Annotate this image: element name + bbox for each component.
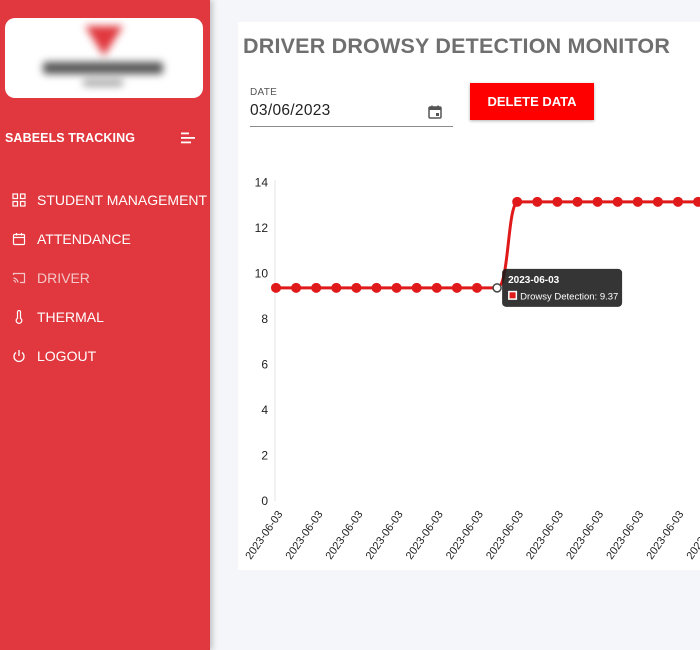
grid-icon bbox=[12, 192, 26, 207]
x-tick-label: 2023-06-03 bbox=[484, 509, 526, 562]
y-tick-label: 6 bbox=[261, 358, 268, 372]
data-point bbox=[612, 196, 623, 207]
data-point bbox=[693, 196, 700, 207]
sidebar-item-label: ATTENDANCE bbox=[37, 230, 131, 247]
data-point bbox=[451, 282, 462, 293]
sidebar-item-label: STUDENT MANAGEMENT bbox=[37, 191, 208, 208]
y-tick-label: 0 bbox=[261, 494, 268, 508]
sidebar-item-logout[interactable]: LOGOUT bbox=[0, 336, 210, 375]
x-tick-label: 2023-06-03 bbox=[364, 509, 406, 562]
data-point bbox=[411, 282, 422, 293]
data-point bbox=[673, 196, 683, 207]
blurred-logo-image bbox=[43, 26, 163, 86]
y-tick-label: 14 bbox=[255, 176, 269, 190]
data-point bbox=[632, 196, 643, 207]
data-point bbox=[331, 282, 342, 293]
x-tick-label: 2023-06-03 bbox=[684, 509, 700, 562]
sidebar-nav: STUDENT MANAGEMENT ATTENDANCE DRIVER THE… bbox=[0, 180, 210, 375]
data-point bbox=[431, 282, 442, 293]
x-tick-label: 2023-06-03 bbox=[324, 509, 366, 562]
data-point bbox=[311, 282, 322, 293]
x-tick-label: 2023-06-03 bbox=[644, 509, 686, 562]
series-line-drowsy-detection bbox=[276, 200, 699, 290]
sidebar-item-label: DRIVER bbox=[37, 269, 90, 286]
x-tick-label: 2023-06-03 bbox=[243, 509, 285, 562]
tooltip-title: 2023-06-03 bbox=[508, 275, 560, 286]
thermometer-icon bbox=[15, 309, 23, 324]
main-panel: DRIVER DROWSY DETECTION MONITOR DATE 03/… bbox=[238, 22, 700, 570]
x-tick-label: 2023-06-03 bbox=[604, 509, 646, 562]
sidebar-item-driver[interactable]: DRIVER bbox=[0, 258, 210, 297]
data-point bbox=[512, 196, 523, 207]
x-tick-label: 2023-06-03 bbox=[564, 509, 606, 562]
tooltip-value: Drowsy Detection: 9.37 bbox=[520, 291, 618, 302]
data-point bbox=[652, 196, 663, 207]
drowsy-detection-chart: 024681012142023-06-032023-06-032023-06-0… bbox=[243, 176, 700, 562]
data-point bbox=[472, 282, 482, 293]
data-point bbox=[271, 282, 281, 293]
data-point bbox=[532, 196, 543, 207]
data-point bbox=[351, 282, 362, 293]
menu-toggle-icon[interactable] bbox=[180, 131, 196, 145]
sidebar: SABEELS TRACKING STUDENT MANAGEMENT ATTE… bbox=[0, 0, 210, 650]
cast-icon bbox=[12, 272, 26, 283]
y-tick-label: 2 bbox=[261, 449, 268, 463]
calendar-icon bbox=[12, 232, 26, 245]
data-point bbox=[592, 196, 603, 207]
sidebar-item-student-management[interactable]: STUDENT MANAGEMENT bbox=[0, 180, 210, 219]
power-icon bbox=[13, 349, 25, 362]
sidebar-item-label: THERMAL bbox=[37, 308, 104, 325]
data-point bbox=[572, 196, 583, 207]
x-tick-label: 2023-06-03 bbox=[444, 509, 486, 562]
sidebar-item-attendance[interactable]: ATTENDANCE bbox=[0, 219, 210, 258]
data-point bbox=[391, 282, 402, 293]
y-tick-label: 4 bbox=[261, 403, 268, 417]
data-point bbox=[291, 282, 302, 293]
tooltip-swatch bbox=[509, 292, 516, 299]
sidebar-item-thermal[interactable]: THERMAL bbox=[0, 297, 210, 336]
x-tick-label: 2023-06-03 bbox=[524, 509, 566, 562]
x-tick-label: 2023-06-03 bbox=[404, 509, 446, 562]
logo bbox=[5, 18, 203, 98]
data-point bbox=[492, 283, 502, 293]
sidebar-item-label: LOGOUT bbox=[37, 347, 97, 364]
chart-tooltip: 2023-06-03 Drowsy Detection: 9.37 bbox=[502, 268, 623, 307]
y-tick-label: 12 bbox=[255, 221, 269, 235]
x-tick-label: 2023-06-03 bbox=[283, 509, 325, 562]
y-tick-label: 8 bbox=[261, 312, 268, 326]
y-tick-label: 10 bbox=[255, 267, 269, 281]
data-point bbox=[371, 282, 382, 293]
data-point bbox=[552, 196, 563, 207]
brand-name: SABEELS TRACKING bbox=[5, 131, 136, 145]
